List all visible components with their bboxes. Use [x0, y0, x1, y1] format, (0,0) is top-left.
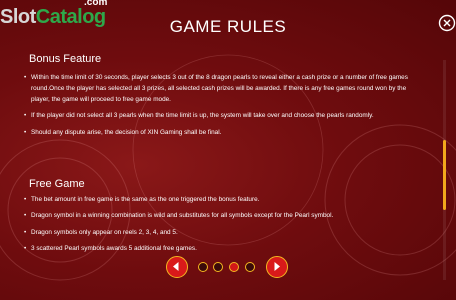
rule-item: 3 scattered Pearl symbols awards 5 addit… — [24, 244, 424, 255]
scrollbar-thumb[interactable] — [443, 140, 446, 210]
page-dot-4[interactable] — [245, 262, 255, 272]
rule-item: The bet amount in free game is the same … — [24, 195, 424, 206]
rule-item: Dragon symbols only appear on reels 2, 3… — [24, 228, 424, 239]
bonus-feature-rules: Within the time limit of 30 seconds, pla… — [24, 73, 424, 144]
prev-page-button[interactable] — [166, 256, 188, 278]
rule-item: Should any dispute arise, the decision o… — [24, 128, 424, 139]
chevron-left-icon — [173, 262, 179, 271]
bonus-feature-heading: Bonus Feature — [29, 53, 102, 65]
rule-item: Dragon symbol in a winning combination i… — [24, 211, 424, 222]
free-game-heading: Free Game — [29, 178, 85, 190]
rule-item: Within the time limit of 30 seconds, pla… — [24, 73, 424, 106]
rule-item: If the player did not select all 3 pearl… — [24, 111, 424, 122]
close-button[interactable] — [438, 14, 456, 32]
close-icon — [438, 14, 456, 32]
next-page-button[interactable] — [266, 256, 288, 278]
page-dot-2[interactable] — [213, 262, 223, 272]
page-dot-3[interactable] — [229, 262, 239, 272]
pagination — [166, 256, 290, 280]
free-game-rules: The bet amount in free game is the same … — [24, 195, 424, 261]
page-title: GAME RULES — [169, 17, 287, 36]
chevron-right-icon — [274, 262, 280, 271]
page-dot-1[interactable] — [198, 262, 208, 272]
